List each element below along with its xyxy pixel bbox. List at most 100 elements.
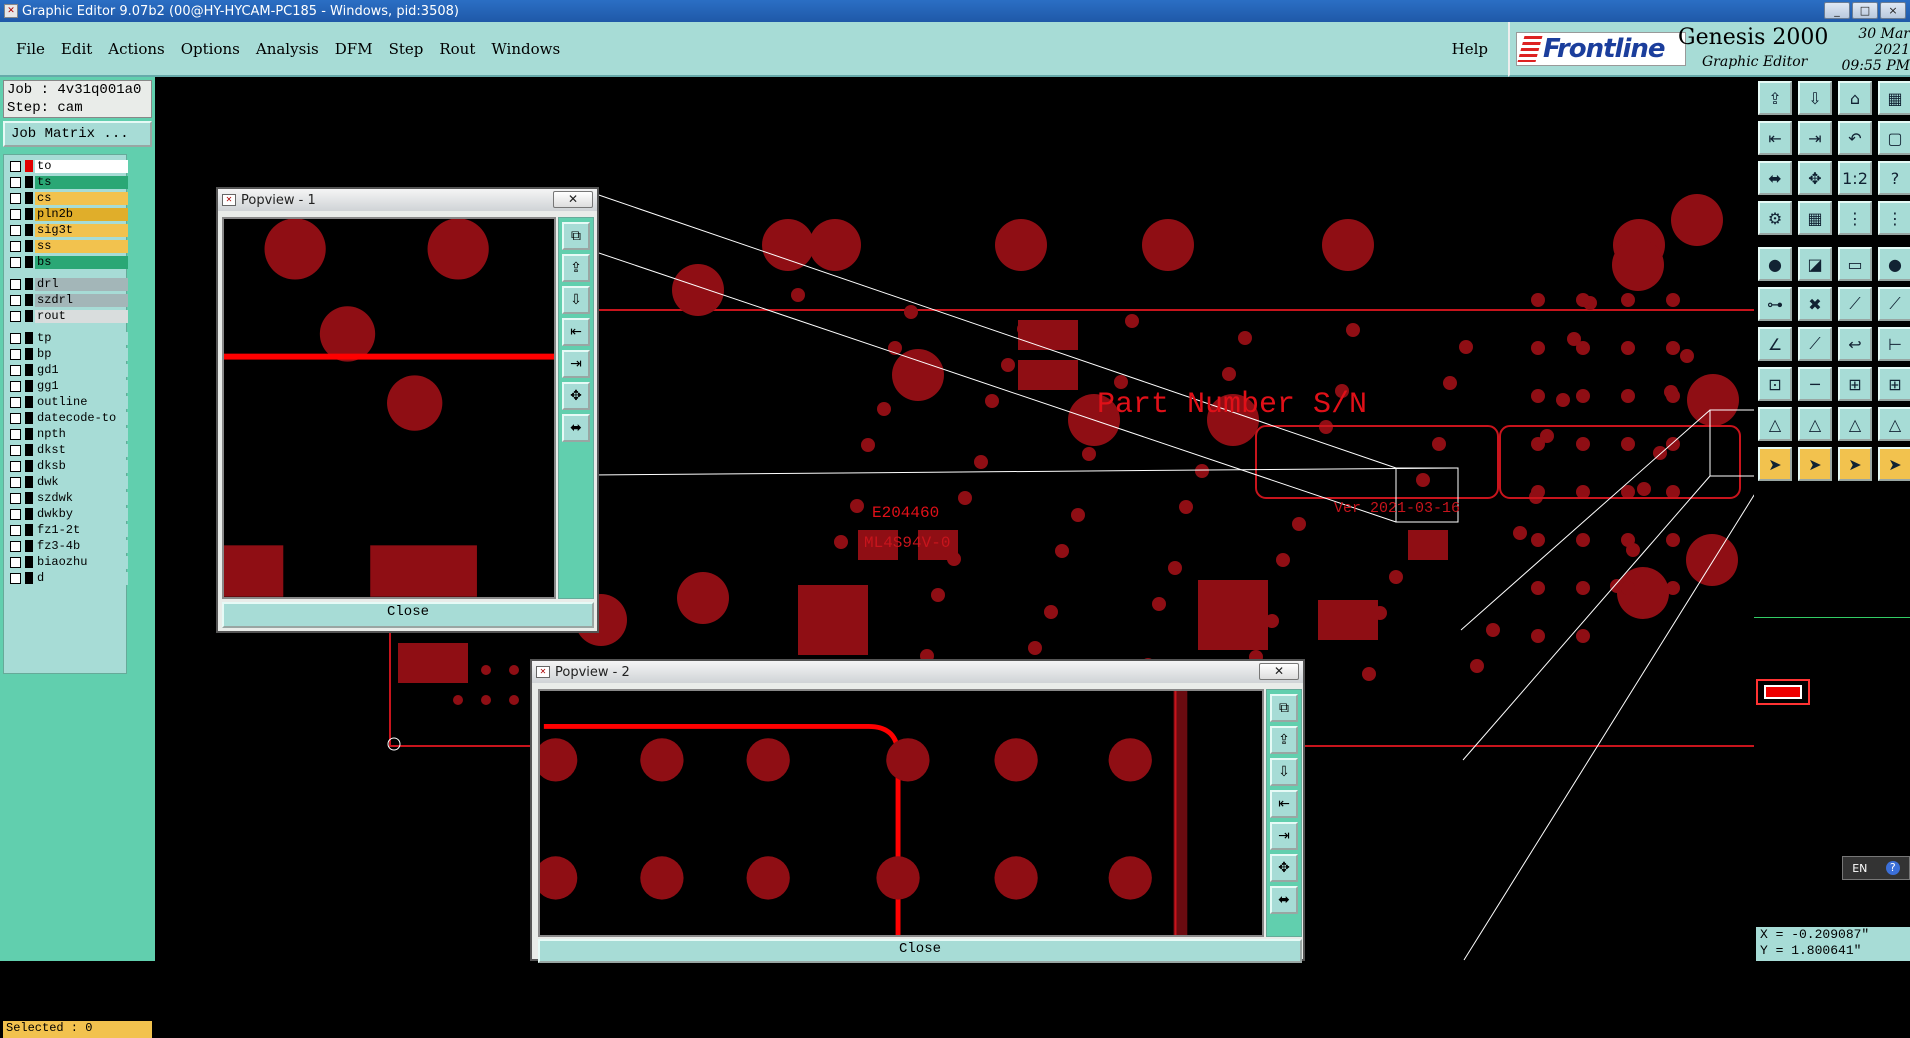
line-icon[interactable]: ⟋ [1838, 287, 1872, 321]
popview-1-close-x[interactable]: ✕ [553, 191, 593, 208]
layer-row-cs[interactable]: cs [10, 191, 128, 205]
layer-checkbox[interactable] [10, 428, 21, 440]
layer-checkbox[interactable] [10, 572, 21, 584]
polygon-icon[interactable]: ◪ [1798, 247, 1832, 281]
layer-row-outline[interactable]: outline [10, 395, 128, 409]
grid-a-icon[interactable]: ⊞ [1838, 367, 1872, 401]
layer-row-gd1[interactable]: gd1 [10, 363, 128, 377]
layer-checkbox[interactable] [10, 444, 21, 456]
layer-row-gg1[interactable]: gg1 [10, 379, 128, 393]
menu-dfm[interactable]: DFM [335, 40, 373, 58]
popview-2-titlebar[interactable]: ✕ Popview - 2 ✕ [532, 661, 1303, 683]
scale-icon[interactable]: 1:2 [1838, 161, 1872, 195]
layer-row-fz1-2t[interactable]: fz1-2t [10, 523, 128, 537]
window-icon[interactable]: ▢ [1878, 121, 1910, 155]
stretch-icon[interactable]: ⬌ [562, 414, 590, 442]
slash-icon[interactable]: ⟋ [1798, 327, 1832, 361]
layer-checkbox[interactable] [10, 524, 21, 536]
layer-checkbox[interactable] [10, 540, 21, 552]
tri-b-icon[interactable]: △ [1798, 407, 1832, 441]
layer-row-fz3-4b[interactable]: fz3-4b [10, 539, 128, 553]
layer-row-datecode-to[interactable]: datecode-to [10, 411, 128, 425]
popview-1-view[interactable] [222, 217, 556, 599]
layer-checkbox[interactable] [10, 396, 21, 408]
select3-icon[interactable]: ➤ [1838, 447, 1872, 481]
pan-right-icon[interactable]: ⇥ [1798, 121, 1832, 155]
menu-edit[interactable]: Edit [61, 40, 92, 58]
fit-icon[interactable]: ✥ [562, 382, 590, 410]
bracket-icon[interactable]: ⊢ [1878, 327, 1910, 361]
pan-left-icon[interactable]: ⇤ [1270, 790, 1298, 818]
zoom-home-icon[interactable]: ⇪ [1758, 81, 1792, 115]
help-icon[interactable]: ? [1878, 161, 1910, 195]
layer-checkbox[interactable] [10, 492, 21, 504]
zoom-out-icon[interactable]: ⇩ [1798, 81, 1832, 115]
layer-row-szdwk[interactable]: szdwk [10, 491, 128, 505]
pan-right-icon[interactable]: ⇥ [1270, 822, 1298, 850]
layer-checkbox[interactable] [10, 176, 21, 188]
menu-help[interactable]: Help [1452, 40, 1488, 58]
layer-row-bp[interactable]: bp [10, 347, 128, 361]
fit-all-icon[interactable]: ✥ [1798, 161, 1832, 195]
select4-icon[interactable]: ➤ [1878, 447, 1910, 481]
layer-row-dwkby[interactable]: dwkby [10, 507, 128, 521]
layers-icon[interactable]: ▦ [1878, 81, 1910, 115]
language-bar[interactable]: EN ? [1842, 856, 1910, 880]
copy-icon[interactable]: ⧉ [1270, 694, 1298, 722]
select2-icon[interactable]: ➤ [1798, 447, 1832, 481]
popview-2-close-button[interactable]: Close [538, 939, 1302, 963]
select-icon[interactable]: ➤ [1758, 447, 1792, 481]
layer-checkbox[interactable] [10, 240, 21, 252]
layer-row-dksb[interactable]: dksb [10, 459, 128, 473]
tri-c-icon[interactable]: △ [1838, 407, 1872, 441]
layer-checkbox[interactable] [10, 256, 21, 268]
layer-row-npth[interactable]: npth [10, 427, 128, 441]
tri-d-icon[interactable]: △ [1878, 407, 1910, 441]
popview-2-view[interactable] [538, 689, 1264, 937]
layer-checkbox[interactable] [10, 332, 21, 344]
layer-row-dkst[interactable]: dkst [10, 443, 128, 457]
layer-row-szdrl[interactable]: szdrl [10, 293, 128, 307]
layer-checkbox[interactable] [10, 412, 21, 424]
layer-checkbox[interactable] [10, 380, 21, 392]
ruler-icon[interactable]: ▭ [1838, 247, 1872, 281]
fit-icon[interactable]: ✥ [1270, 854, 1298, 882]
layer-row-ts[interactable]: ts [10, 175, 128, 189]
measure-icon[interactable]: ⊡ [1758, 367, 1792, 401]
menu-step[interactable]: Step [389, 40, 424, 58]
grid-b-icon[interactable]: ⊞ [1878, 367, 1910, 401]
menu-windows[interactable]: Windows [491, 40, 560, 58]
fit-width-icon[interactable]: ⬌ [1758, 161, 1792, 195]
zoom-in-icon[interactable]: ⇪ [1270, 726, 1298, 754]
menu-options[interactable]: Options [181, 40, 240, 58]
layer-row-dwk[interactable]: dwk [10, 475, 128, 489]
cross-icon[interactable]: ✖ [1798, 287, 1832, 321]
layer-checkbox[interactable] [10, 224, 21, 236]
node-icon[interactable]: ⊶ [1758, 287, 1792, 321]
arc-icon[interactable]: ↩ [1838, 327, 1872, 361]
zoom-out-icon[interactable]: ⇩ [562, 286, 590, 314]
menu-file[interactable]: File [16, 40, 45, 58]
minimize-button[interactable]: _ [1824, 2, 1850, 19]
settings-icon[interactable]: ⚙ [1758, 201, 1792, 235]
layer-checkbox[interactable] [10, 460, 21, 472]
help-icon[interactable]: ? [1885, 861, 1900, 875]
undo-icon[interactable]: ↶ [1838, 121, 1872, 155]
dot-icon[interactable]: ● [1878, 247, 1910, 281]
grid-icon[interactable]: ▦ [1798, 201, 1832, 235]
zoom-out-icon[interactable]: ⇩ [1270, 758, 1298, 786]
layer-row-drl[interactable]: drl [10, 277, 128, 291]
layer-row-rout[interactable]: rout [10, 309, 128, 323]
layer-row-tp[interactable]: tp [10, 331, 128, 345]
layer-checkbox[interactable] [10, 508, 21, 520]
popview-1-window[interactable]: ✕ Popview - 1 ✕ ⧉ ⇪ ⇩ ⇤ ⇥ ✥ ⬌ Close [216, 187, 599, 633]
home-icon[interactable]: ⌂ [1838, 81, 1872, 115]
layer-row-biaozhu[interactable]: biaozhu [10, 555, 128, 569]
layer-row-pln2b[interactable]: pln2b [10, 207, 128, 221]
job-matrix-button[interactable]: Job Matrix ... [3, 121, 152, 147]
layer-checkbox[interactable] [10, 556, 21, 568]
popview-1-close-button[interactable]: Close [222, 602, 594, 628]
tri-a-icon[interactable]: △ [1758, 407, 1792, 441]
layer-checkbox[interactable] [10, 278, 21, 290]
menu-rout[interactable]: Rout [439, 40, 475, 58]
